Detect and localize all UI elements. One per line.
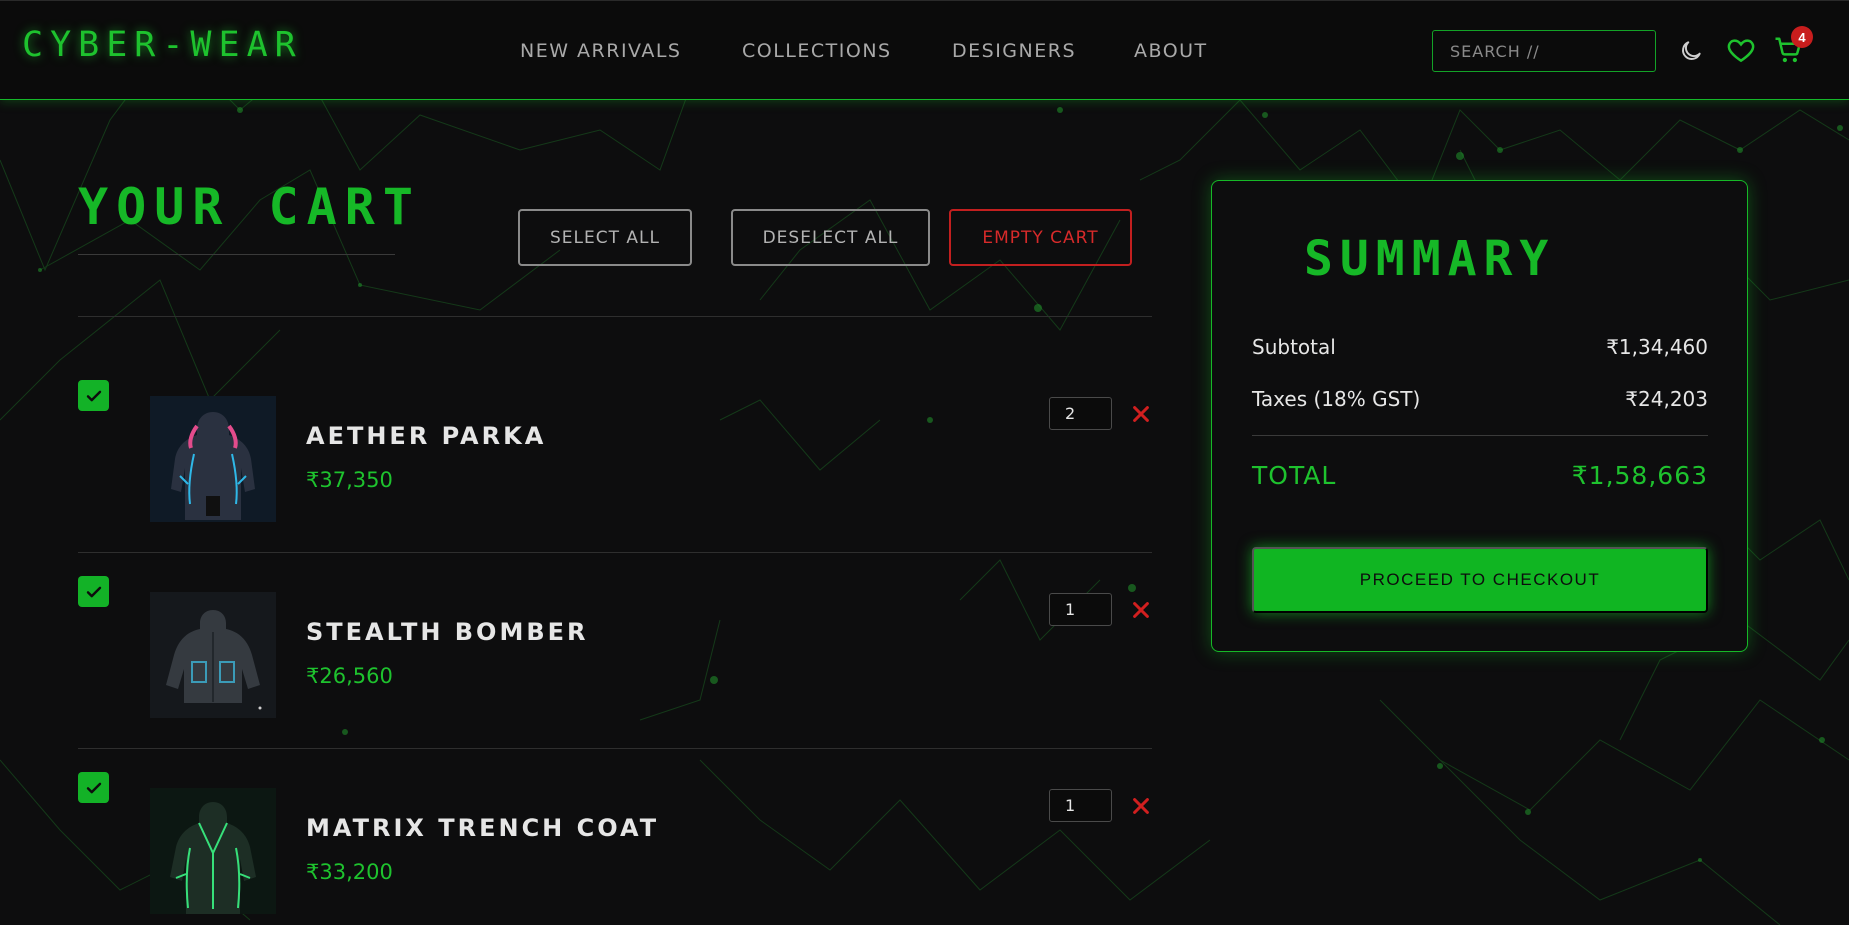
check-icon <box>86 782 101 793</box>
moon-icon[interactable] <box>1678 38 1704 64</box>
search-input[interactable] <box>1432 30 1656 72</box>
check-icon <box>86 586 101 597</box>
quantity-input[interactable]: 2 <box>1049 397 1112 430</box>
page-title: YOUR CART <box>78 178 421 236</box>
nav-designers[interactable]: DESIGNERS <box>952 40 1076 62</box>
item-checkbox[interactable] <box>78 772 109 803</box>
product-image-trench-coat[interactable] <box>150 788 276 914</box>
nav-collections[interactable]: COLLECTIONS <box>742 40 892 62</box>
select-all-button[interactable]: SELECT ALL <box>518 209 692 266</box>
quantity-input[interactable]: 1 <box>1049 593 1112 626</box>
total-label: TOTAL <box>1252 461 1337 490</box>
total-row: TOTAL ₹1,58,663 <box>1252 461 1708 490</box>
quantity-input[interactable]: 1 <box>1049 789 1112 822</box>
product-image-parka[interactable] <box>150 396 276 522</box>
item-checkbox[interactable] <box>78 576 109 607</box>
checkout-button[interactable]: PROCEED TO CHECKOUT <box>1252 547 1708 613</box>
summary-title: SUMMARY <box>1304 231 1556 287</box>
cart-item: MATRIX TRENCH COAT ₹33,200 1 <box>78 748 1152 925</box>
brand-logo[interactable]: CYBER-WEAR <box>22 25 303 65</box>
item-name[interactable]: STEALTH BOMBER <box>306 618 589 646</box>
item-price: ₹33,200 <box>306 860 393 884</box>
site-header: CYBER-WEAR NEW ARRIVALS COLLECTIONS DESI… <box>0 0 1849 100</box>
item-name[interactable]: MATRIX TRENCH COAT <box>306 814 659 842</box>
remove-item-icon[interactable] <box>1130 795 1152 817</box>
item-price: ₹26,560 <box>306 664 393 688</box>
cart-list-divider <box>78 316 1152 317</box>
tax-label: Taxes (18% GST) <box>1252 387 1421 411</box>
heart-icon[interactable] <box>1725 35 1757 65</box>
remove-item-icon[interactable] <box>1130 599 1152 621</box>
title-divider <box>78 254 395 255</box>
summary-divider <box>1252 435 1708 436</box>
empty-cart-button[interactable]: EMPTY CART <box>949 209 1132 266</box>
check-icon <box>86 390 101 401</box>
tax-value: ₹24,203 <box>1625 387 1708 411</box>
item-checkbox[interactable] <box>78 380 109 411</box>
total-value: ₹1,58,663 <box>1571 461 1708 490</box>
remove-item-icon[interactable] <box>1130 403 1152 425</box>
nav-about[interactable]: ABOUT <box>1134 40 1208 62</box>
subtotal-label: Subtotal <box>1252 335 1336 359</box>
item-price: ₹37,350 <box>306 468 393 492</box>
tax-row: Taxes (18% GST) ₹24,203 <box>1252 387 1708 411</box>
product-image-bomber[interactable] <box>150 592 276 718</box>
item-name[interactable]: AETHER PARKA <box>306 422 546 450</box>
subtotal-row: Subtotal ₹1,34,460 <box>1252 335 1708 359</box>
deselect-all-button[interactable]: DESELECT ALL <box>731 209 930 266</box>
order-summary-panel: SUMMARY Subtotal ₹1,34,460 Taxes (18% GS… <box>1211 180 1748 652</box>
cart-item: AETHER PARKA ₹37,350 2 <box>78 356 1152 553</box>
cart-item: STEALTH BOMBER ₹26,560 1 <box>78 552 1152 749</box>
subtotal-value: ₹1,34,460 <box>1606 335 1708 359</box>
nav-new-arrivals[interactable]: NEW ARRIVALS <box>520 40 681 62</box>
cart-count-badge: 4 <box>1791 26 1813 48</box>
